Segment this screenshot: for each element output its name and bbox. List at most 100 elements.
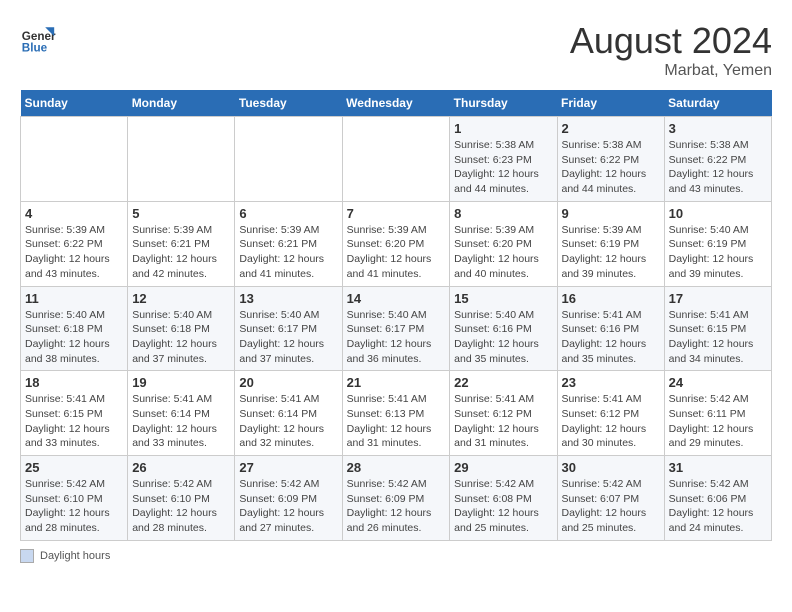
day-info: Sunrise: 5:38 AM Sunset: 6:23 PM Dayligh…	[454, 138, 552, 197]
calendar-week-row: 4 Sunrise: 5:39 AM Sunset: 6:22 PM Daylig…	[21, 201, 772, 286]
day-number: 9	[562, 206, 660, 221]
calendar-cell	[128, 117, 235, 202]
day-info: Sunrise: 5:39 AM Sunset: 6:21 PM Dayligh…	[239, 223, 337, 282]
day-number: 13	[239, 291, 337, 306]
calendar-cell: 16 Sunrise: 5:41 AM Sunset: 6:16 PM Dayli…	[557, 286, 664, 371]
day-info: Sunrise: 5:42 AM Sunset: 6:06 PM Dayligh…	[669, 477, 767, 536]
day-info: Sunrise: 5:41 AM Sunset: 6:12 PM Dayligh…	[562, 392, 660, 451]
calendar-cell: 28 Sunrise: 5:42 AM Sunset: 6:09 PM Dayli…	[342, 456, 450, 541]
day-number: 18	[25, 375, 123, 390]
day-info: Sunrise: 5:41 AM Sunset: 6:16 PM Dayligh…	[562, 308, 660, 367]
legend-label: Daylight hours	[40, 550, 110, 562]
calendar-cell: 10Sunrise: 5:40 AM Sunset: 6:19 PM Dayli…	[664, 201, 771, 286]
calendar-cell: 30Sunrise: 5:42 AM Sunset: 6:07 PM Dayli…	[557, 456, 664, 541]
dow-header: Sunday	[21, 90, 128, 117]
day-number: 28	[347, 460, 446, 475]
day-number: 12	[132, 291, 230, 306]
day-info: Sunrise: 5:41 AM Sunset: 6:13 PM Dayligh…	[347, 392, 446, 451]
day-number: 10	[669, 206, 767, 221]
day-number: 15	[454, 291, 552, 306]
title-block: August 2024 Marbat, Yemen	[570, 20, 772, 80]
day-number: 22	[454, 375, 552, 390]
day-info: Sunrise: 5:38 AM Sunset: 6:22 PM Dayligh…	[669, 138, 767, 197]
day-number: 25	[25, 460, 123, 475]
location: Marbat, Yemen	[570, 62, 772, 80]
calendar-cell: 6 Sunrise: 5:39 AM Sunset: 6:21 PM Daylig…	[235, 201, 342, 286]
day-number: 16	[562, 291, 660, 306]
day-info: Sunrise: 5:42 AM Sunset: 6:09 PM Dayligh…	[239, 477, 337, 536]
day-info: Sunrise: 5:41 AM Sunset: 6:14 PM Dayligh…	[239, 392, 337, 451]
month-year: August 2024	[570, 20, 772, 62]
day-info: Sunrise: 5:39 AM Sunset: 6:20 PM Dayligh…	[347, 223, 446, 282]
day-info: Sunrise: 5:42 AM Sunset: 6:11 PM Dayligh…	[669, 392, 767, 451]
calendar-cell: 3 Sunrise: 5:38 AM Sunset: 6:22 PM Daylig…	[664, 117, 771, 202]
calendar-cell: 5Sunrise: 5:39 AM Sunset: 6:21 PM Daylig…	[128, 201, 235, 286]
day-number: 3	[669, 121, 767, 136]
calendar-cell: 15Sunrise: 5:40 AM Sunset: 6:16 PM Dayli…	[450, 286, 557, 371]
day-info: Sunrise: 5:42 AM Sunset: 6:10 PM Dayligh…	[25, 477, 123, 536]
day-number: 8	[454, 206, 552, 221]
calendar-cell	[235, 117, 342, 202]
day-number: 4	[25, 206, 123, 221]
calendar-week-row: 25 Sunrise: 5:42 AM Sunset: 6:10 PM Dayli…	[21, 456, 772, 541]
day-info: Sunrise: 5:38 AM Sunset: 6:22 PM Dayligh…	[562, 138, 660, 197]
day-info: Sunrise: 5:39 AM Sunset: 6:19 PM Dayligh…	[562, 223, 660, 282]
calendar-cell: 22 Sunrise: 5:41 AM Sunset: 6:12 PM Dayli…	[450, 371, 557, 456]
calendar-cell: 7 Sunrise: 5:39 AM Sunset: 6:20 PM Daylig…	[342, 201, 450, 286]
day-number: 27	[239, 460, 337, 475]
calendar-cell: 19 Sunrise: 5:41 AM Sunset: 6:14 PM Dayli…	[128, 371, 235, 456]
calendar-cell: 13 Sunrise: 5:40 AM Sunset: 6:17 PM Dayli…	[235, 286, 342, 371]
day-number: 1	[454, 121, 552, 136]
dow-header: Wednesday	[342, 90, 450, 117]
calendar-cell: 14Sunrise: 5:40 AM Sunset: 6:17 PM Dayli…	[342, 286, 450, 371]
day-info: Sunrise: 5:40 AM Sunset: 6:18 PM Dayligh…	[132, 308, 230, 367]
legend-box	[20, 549, 34, 563]
day-info: Sunrise: 5:40 AM Sunset: 6:17 PM Dayligh…	[347, 308, 446, 367]
dow-header: Thursday	[450, 90, 557, 117]
dow-header: Saturday	[664, 90, 771, 117]
day-number: 30	[562, 460, 660, 475]
calendar-cell	[342, 117, 450, 202]
day-info: Sunrise: 5:42 AM Sunset: 6:09 PM Dayligh…	[347, 477, 446, 536]
calendar-week-row: 11 Sunrise: 5:40 AM Sunset: 6:18 PM Dayli…	[21, 286, 772, 371]
dow-header: Monday	[128, 90, 235, 117]
day-info: Sunrise: 5:41 AM Sunset: 6:15 PM Dayligh…	[25, 392, 123, 451]
calendar-cell: 8Sunrise: 5:39 AM Sunset: 6:20 PM Daylig…	[450, 201, 557, 286]
calendar-week-row: 18 Sunrise: 5:41 AM Sunset: 6:15 PM Dayli…	[21, 371, 772, 456]
day-number: 23	[562, 375, 660, 390]
calendar-cell: 25 Sunrise: 5:42 AM Sunset: 6:10 PM Dayli…	[21, 456, 128, 541]
day-info: Sunrise: 5:40 AM Sunset: 6:17 PM Dayligh…	[239, 308, 337, 367]
day-info: Sunrise: 5:39 AM Sunset: 6:22 PM Dayligh…	[25, 223, 123, 282]
calendar-cell: 23 Sunrise: 5:41 AM Sunset: 6:12 PM Dayli…	[557, 371, 664, 456]
calendar-cell: 2Sunrise: 5:38 AM Sunset: 6:22 PM Daylig…	[557, 117, 664, 202]
day-number: 17	[669, 291, 767, 306]
day-info: Sunrise: 5:42 AM Sunset: 6:08 PM Dayligh…	[454, 477, 552, 536]
dow-header: Tuesday	[235, 90, 342, 117]
day-info: Sunrise: 5:41 AM Sunset: 6:12 PM Dayligh…	[454, 392, 552, 451]
calendar-cell: 1 Sunrise: 5:38 AM Sunset: 6:23 PM Daylig…	[450, 117, 557, 202]
day-number: 6	[239, 206, 337, 221]
calendar-header: SundayMondayTuesdayWednesdayThursdayFrid…	[21, 90, 772, 117]
calendar-cell: 26Sunrise: 5:42 AM Sunset: 6:10 PM Dayli…	[128, 456, 235, 541]
day-info: Sunrise: 5:41 AM Sunset: 6:14 PM Dayligh…	[132, 392, 230, 451]
calendar-cell: 31 Sunrise: 5:42 AM Sunset: 6:06 PM Dayli…	[664, 456, 771, 541]
dow-header: Friday	[557, 90, 664, 117]
calendar-cell	[21, 117, 128, 202]
day-number: 31	[669, 460, 767, 475]
day-number: 19	[132, 375, 230, 390]
day-info: Sunrise: 5:42 AM Sunset: 6:10 PM Dayligh…	[132, 477, 230, 536]
calendar-cell: 18 Sunrise: 5:41 AM Sunset: 6:15 PM Dayli…	[21, 371, 128, 456]
day-number: 24	[669, 375, 767, 390]
day-info: Sunrise: 5:39 AM Sunset: 6:21 PM Dayligh…	[132, 223, 230, 282]
calendar-cell: 20 Sunrise: 5:41 AM Sunset: 6:14 PM Dayli…	[235, 371, 342, 456]
day-number: 20	[239, 375, 337, 390]
day-number: 11	[25, 291, 123, 306]
legend: Daylight hours	[20, 549, 772, 563]
day-number: 29	[454, 460, 552, 475]
calendar-cell: 12 Sunrise: 5:40 AM Sunset: 6:18 PM Dayli…	[128, 286, 235, 371]
logo-icon: General Blue	[20, 20, 56, 56]
calendar-cell: 4 Sunrise: 5:39 AM Sunset: 6:22 PM Daylig…	[21, 201, 128, 286]
day-number: 7	[347, 206, 446, 221]
calendar-week-row: 1 Sunrise: 5:38 AM Sunset: 6:23 PM Daylig…	[21, 117, 772, 202]
page-header: General Blue August 2024 Marbat, Yemen	[20, 20, 772, 80]
